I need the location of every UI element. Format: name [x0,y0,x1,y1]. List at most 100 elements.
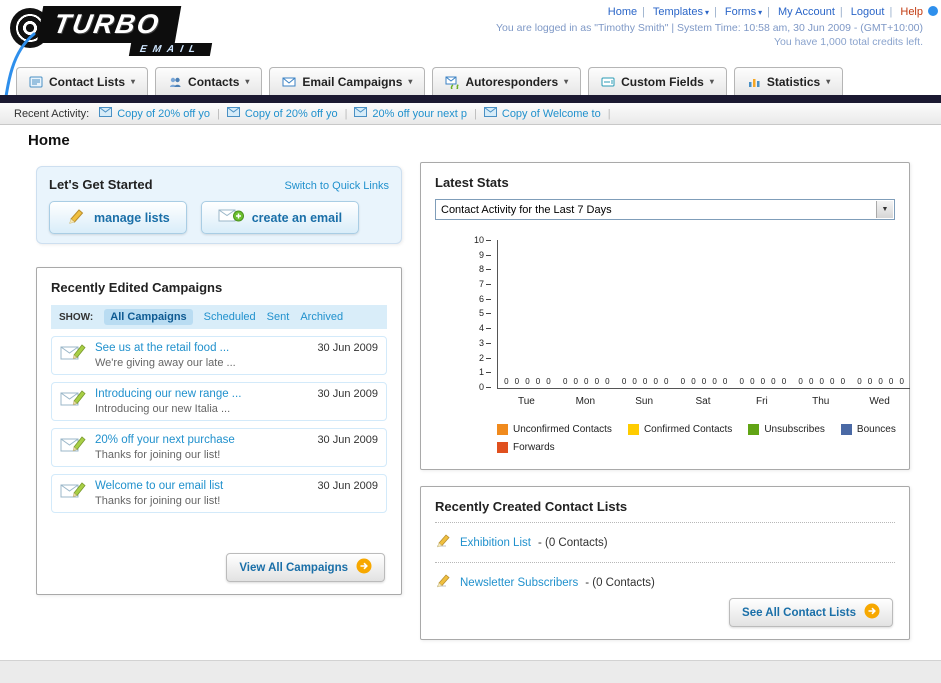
x-axis-label: Tue [517,396,535,407]
bar-group: 00000 [498,378,557,386]
x-axis-label: Wed [869,396,890,407]
campaign-row[interactable]: 20% off your next purchase Thanks for jo… [51,428,387,467]
logo-subtext: EMAIL [128,43,213,56]
filter-archived[interactable]: Archived [300,311,343,323]
campaign-edit-icon [60,480,87,506]
y-tick-label: 7 [479,280,491,289]
y-tick-label: 4 [479,324,491,333]
activity-item[interactable]: 20% off your next p [354,107,467,120]
bar-value-label: 0 [642,377,648,386]
contact-list-item[interactable]: Exhibition List - (0 Contacts) [435,531,895,554]
bar-value-label: 0 [857,377,862,386]
filter-scheduled[interactable]: Scheduled [204,311,256,323]
view-all-campaigns-button[interactable]: View All Campaigns [226,553,385,582]
x-axis-label: Sun [635,396,654,407]
chart-legend: Unconfirmed Contacts Confirmed Contacts Un… [497,424,897,453]
legend-unconfirmed-contacts: Unconfirmed Contacts [497,424,612,435]
header-right: Home | Templates ▾ | Forms ▾ | My Account | Lo… [496,6,923,48]
y-tick-label: 9 [479,250,491,260]
separator: | [889,6,893,18]
tab-label: Email Campaigns [302,74,403,89]
chevron-down-icon: ▾ [826,77,831,86]
tab-label: Contact Lists [49,74,126,89]
bar-value-label: 0 [830,377,835,386]
bar-value-label: 0 [504,377,509,386]
manage-lists-button[interactable]: manage lists [49,201,187,234]
pencil-icon [66,207,86,228]
autoresponders-icon [445,75,460,89]
bar-value-label: 0 [819,377,824,386]
tab-email-campaigns[interactable]: Email Campaigns ▾ [269,67,426,95]
link-templates[interactable]: Templates ▾ [653,6,709,18]
bar-group: 00000 [792,378,851,386]
bar-value-label: 0 [701,377,707,386]
login-info: You are logged in as "Timothy Smith" | S… [496,22,923,34]
campaign-title-link[interactable]: 20% off your next purchase [95,434,235,446]
contact-list-link[interactable]: Exhibition List [460,537,531,549]
campaign-date: 30 Jun 2009 [317,388,378,400]
activity-item[interactable]: Copy of Welcome to [483,107,601,120]
pencil-icon [435,573,453,592]
y-tick-label: 8 [479,265,491,274]
tab-contact-lists[interactable]: Contact Lists ▾ [16,67,149,95]
switch-quick-links[interactable]: Switch to Quick Links [284,180,389,192]
campaigns-title: Recently Edited Campaigns [51,280,223,295]
button-label: View All Campaigns [239,561,348,574]
campaign-date: 30 Jun 2009 [317,434,378,446]
stats-panel: Latest Stats Contact Activity for the La… [420,162,910,470]
bar-value-label: 0 [781,377,787,386]
chevron-down-icon: ▾ [564,77,569,86]
activity-item[interactable]: Copy of 20% off yo [226,107,338,120]
filter-all-campaigns[interactable]: All Campaigns [104,309,193,325]
separator: | [767,6,770,18]
link-my-account[interactable]: My Account [778,6,835,18]
app-logo[interactable]: TURBO EMAIL [10,6,260,60]
campaign-title-link[interactable]: Introducing our new range ... [95,388,241,400]
link-help[interactable]: Help [900,6,923,18]
separator: | [474,107,477,120]
contacts-icon [168,75,182,89]
link-logout[interactable]: Logout [851,6,885,18]
show-label: SHOW: [59,311,94,323]
campaign-date: 30 Jun 2009 [317,480,378,492]
recent-activity-label: Recent Activity: [14,107,90,120]
campaign-row[interactable]: See us at the retail food ... We're givi… [51,336,387,375]
activity-item[interactable]: Copy of 20% off yo [99,107,210,120]
bar-group: 00000 [557,378,616,386]
link-forms[interactable]: Forms ▾ [725,6,762,18]
tab-statistics[interactable]: Statistics ▾ [733,67,844,95]
contact-list-link[interactable]: Newsletter Subscribers [460,577,578,589]
campaigns-panel: Recently Edited Campaigns SHOW: All Camp… [36,267,402,595]
campaign-edit-icon [60,434,87,460]
page-title: Home [28,132,70,149]
chevron-down-icon: ▾ [709,77,714,86]
bar-value-label: 0 [771,377,776,386]
arrow-circle-icon [356,558,372,577]
campaign-title-link[interactable]: See us at the retail food ... [95,342,236,354]
campaign-title-link[interactable]: Welcome to our email list [95,480,223,492]
create-email-button[interactable]: create an email [200,201,360,234]
separator: | [607,107,611,120]
legend-label: Unsubscribes [764,424,825,435]
filter-sent[interactable]: Sent [267,311,290,323]
tab-contacts[interactable]: Contacts ▾ [155,67,263,95]
tab-custom-fields[interactable]: Custom Fields ▾ [588,67,727,95]
tab-autoresponders[interactable]: Autoresponders ▾ [432,67,582,95]
see-all-contact-lists-button[interactable]: See All Contact Lists [729,598,893,627]
stats-range-select[interactable]: Contact Activity for the Last 7 Days ▼ [435,199,895,220]
chevron-down-icon: ▾ [758,8,763,17]
campaign-row[interactable]: Welcome to our email list Thanks for joi… [51,474,387,513]
campaign-row[interactable]: Introducing our new range ... Introducin… [51,382,387,421]
bar-value-label: 0 [899,377,904,386]
contact-list-item[interactable]: Newsletter Subscribers - (0 Contacts) [435,571,895,594]
link-home[interactable]: Home [608,6,637,18]
legend-swatch [748,424,760,435]
campaign-subtitle: Thanks for joining our list! [95,449,221,461]
chart-x-axis: Tue Mon Sun Sat Fri Thu Wed [497,396,909,407]
legend-swatch [840,424,852,435]
stats-title: Latest Stats [435,175,509,190]
x-axis-label: Thu [812,396,830,407]
bar-value-label: 0 [664,377,669,386]
envelope-icon [226,107,240,120]
legend-label: Unconfirmed Contacts [513,424,612,435]
